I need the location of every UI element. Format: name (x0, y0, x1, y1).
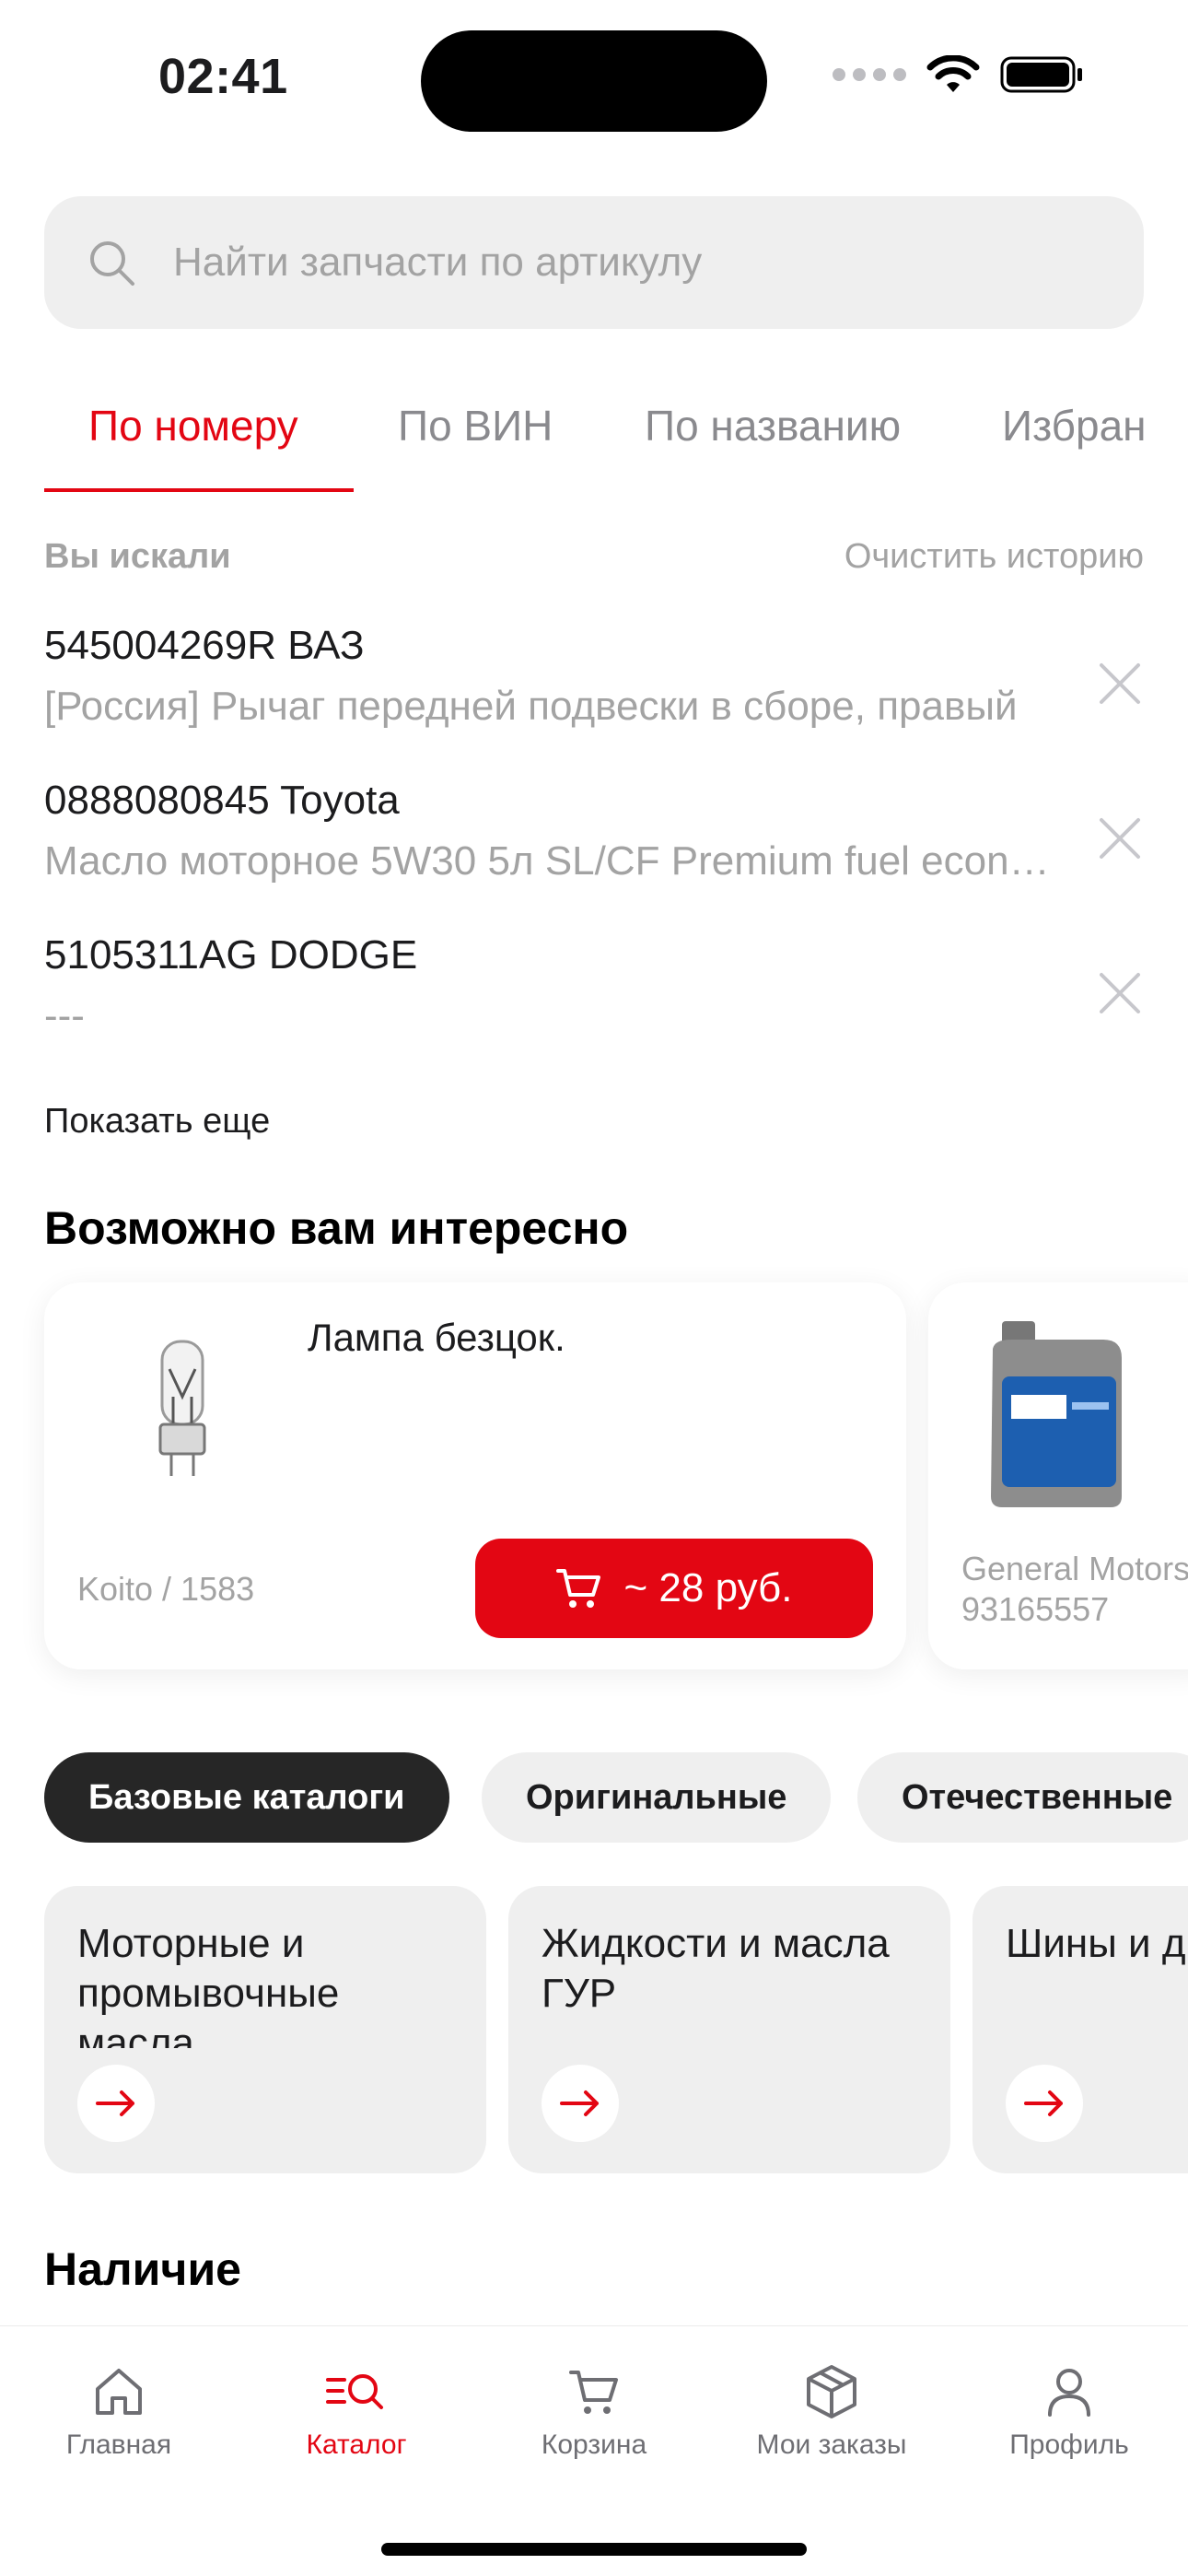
oil-canister-image (991, 1321, 1122, 1507)
history-item[interactable]: 0888080845 Toyota Масло моторное 5W30 5л… (44, 778, 1144, 916)
arrow-right-icon (1006, 2065, 1083, 2142)
history-item-subtitle: --- (44, 993, 85, 1038)
availability-title: Наличие (44, 2243, 241, 2295)
search-bar[interactable] (44, 196, 1144, 329)
cart-icon (569, 2371, 618, 2414)
history-title: Вы искали (44, 537, 231, 576)
category-label: Моторные и промывочные масла (77, 1921, 340, 2048)
search-input[interactable] (173, 240, 1002, 286)
product-brand: General Motors (961, 1550, 1188, 1587)
tabbar-orders[interactable]: Мои заказы (713, 2363, 950, 2461)
wifi-icon (926, 55, 980, 92)
tab-by-vin[interactable]: По ВИН (398, 396, 553, 492)
history-header: Вы искали Очистить историю (44, 537, 1144, 577)
remove-history-icon[interactable] (1096, 969, 1144, 1017)
home-indicator (381, 2543, 807, 2556)
dynamic-island (421, 30, 767, 132)
tabbar-label: Профиль (1009, 2430, 1129, 2460)
tab-by-number[interactable]: По номеру (88, 396, 298, 492)
tabbar-label: Мои заказы (756, 2430, 907, 2460)
tabbar-home[interactable]: Главная (0, 2363, 238, 2461)
status-icons (833, 55, 1085, 94)
interest-title: Возможно вам интересно (44, 1202, 629, 1254)
battery-icon (1000, 56, 1082, 93)
product-price: ~ 28 руб. (623, 1565, 793, 1610)
category-label: Шины и диски (1006, 1921, 1188, 1966)
show-more-button[interactable]: Показать еще (44, 1102, 270, 1142)
tabbar-label: Главная (65, 2430, 172, 2460)
arrow-right-icon (542, 2065, 619, 2142)
tabbar-label: Корзина (541, 2430, 647, 2460)
tabbar-label: Каталог (306, 2430, 407, 2460)
category-card[interactable]: Моторные и промывочные масла (44, 1886, 486, 2173)
history-item-title: 0888080845 Toyota (44, 778, 400, 823)
home-icon (96, 2369, 142, 2415)
category-card[interactable]: Жидкости и масла ГУР (508, 1886, 950, 2173)
tabbar-catalog[interactable]: Каталог (238, 2363, 475, 2461)
history-item-subtitle: [Россия] Рычаг передней подвески в сборе… (44, 684, 1018, 729)
bottom-tab-bar: Главная Каталог Корзина Мои заказы Профи… (0, 2325, 1188, 2576)
category-card[interactable]: Шины и диски (973, 1886, 1188, 2173)
tabbar-cart[interactable]: Корзина (475, 2363, 713, 2461)
category-label: Жидкости и масла ГУР (542, 1921, 890, 2016)
history-item[interactable]: 5105311AG DODGE --- (44, 932, 1144, 1071)
catalog-search-icon (326, 2374, 383, 2409)
bulb-image (158, 1340, 206, 1476)
tabbar-profile[interactable]: Профиль (950, 2363, 1188, 2461)
search-icon (90, 241, 134, 286)
tab-by-name[interactable]: По названию (645, 396, 901, 492)
chip-domestic[interactable]: Отечественные (857, 1752, 1188, 1843)
clear-history-button[interactable]: Очистить историю (844, 537, 1144, 577)
cellular-signal-icon (833, 68, 906, 81)
remove-history-icon[interactable] (1096, 814, 1144, 862)
product-brand: Koito / 1583 (77, 1570, 255, 1608)
history-item[interactable]: 545004269R ВАЗ [Россия] Рычаг передней п… (44, 623, 1144, 761)
product-name: Лампа безцок. (308, 1316, 565, 1359)
chip-base-catalogs[interactable]: Базовые каталоги (44, 1752, 449, 1843)
history-item-title: 5105311AG DODGE (44, 932, 418, 978)
tab-favorites[interactable]: Избранное (1002, 396, 1144, 492)
history-item-title: 545004269R ВАЗ (44, 623, 365, 668)
chip-original[interactable]: Оригинальные (482, 1752, 832, 1843)
history-item-subtitle: Масло моторное 5W30 5л SL/CF Premium fue… (44, 838, 1066, 884)
product-card[interactable]: Лампа безцок. Koito / 1583 ~ 28 руб. (44, 1282, 906, 1669)
active-tab-indicator (44, 488, 354, 492)
arrow-right-icon (77, 2065, 155, 2142)
product-article: 93165557 (961, 1590, 1110, 1628)
search-mode-tabs: По номеру По ВИН По названию Избранное (44, 396, 1144, 492)
remove-history-icon[interactable] (1096, 660, 1144, 708)
status-time: 02:41 (158, 49, 288, 104)
cart-icon (555, 1569, 600, 1608)
add-to-cart-button[interactable]: ~ 28 руб. (475, 1539, 873, 1638)
profile-icon (1048, 2369, 1090, 2417)
product-card[interactable]: General Motors 93165557 (928, 1282, 1188, 1669)
box-icon (807, 2365, 856, 2418)
